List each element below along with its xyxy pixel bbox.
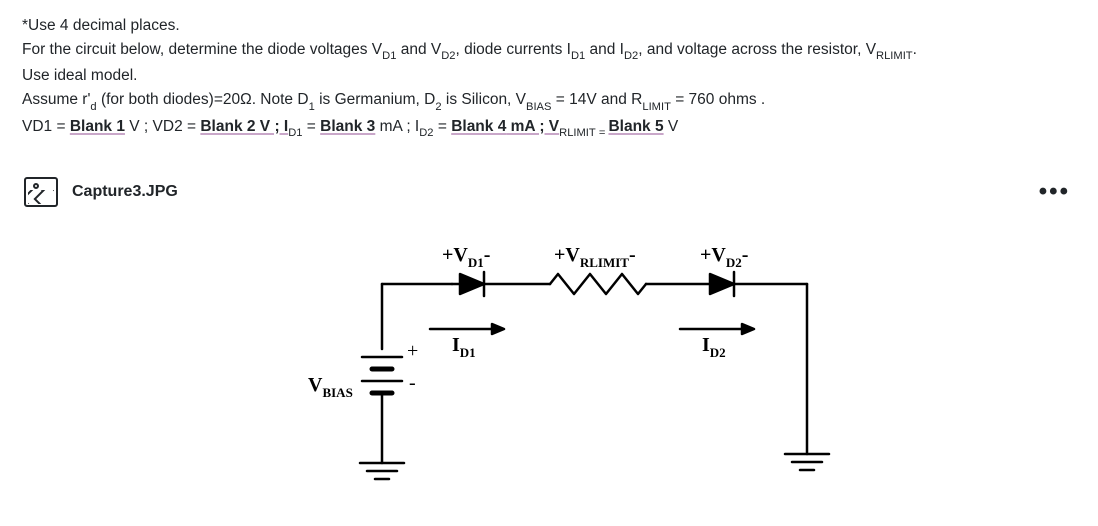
attachment-filename[interactable]: Capture3.JPG	[72, 180, 178, 205]
label-vbias: VBIAS	[308, 374, 353, 400]
label-minus: -	[409, 372, 416, 394]
blank-2[interactable]: Blank 2	[200, 118, 255, 135]
blank-5[interactable]: Blank 5	[608, 118, 663, 135]
label-id1: ID1	[452, 334, 476, 360]
blank-1[interactable]: Blank 1	[70, 118, 125, 135]
label-id2: ID2	[702, 334, 726, 360]
attachment-row: Capture3.JPG •••	[22, 173, 1076, 211]
instruction-determine: For the circuit below, determine the dio…	[22, 38, 1076, 64]
problem-statement: *Use 4 decimal places. For the circuit b…	[22, 14, 1076, 141]
circuit-diagram: +VD1- +VRLIMIT- +VD2- ID1 ID2 VBIAS + -	[22, 229, 1076, 501]
instruction-assume: Assume r'd (for both diodes)=20Ω. Note D…	[22, 88, 1076, 114]
instruction-model: Use ideal model.	[22, 64, 1076, 88]
more-options-button[interactable]: •••	[1039, 180, 1070, 204]
blank-4[interactable]: Blank 4	[451, 118, 506, 135]
label-vrlimit: +VRLIMIT-	[554, 244, 636, 270]
label-vd2: +VD2-	[700, 244, 748, 270]
label-plus: +	[407, 340, 418, 362]
instruction-decimal: *Use 4 decimal places.	[22, 14, 1076, 38]
answer-blanks-line: VD1 = Blank 1 V ; VD2 = Blank 2 V ; ID1 …	[22, 115, 1076, 141]
image-file-icon	[24, 177, 58, 207]
blank-3[interactable]: Blank 3	[320, 118, 375, 135]
label-vd1: +VD1-	[442, 244, 490, 270]
